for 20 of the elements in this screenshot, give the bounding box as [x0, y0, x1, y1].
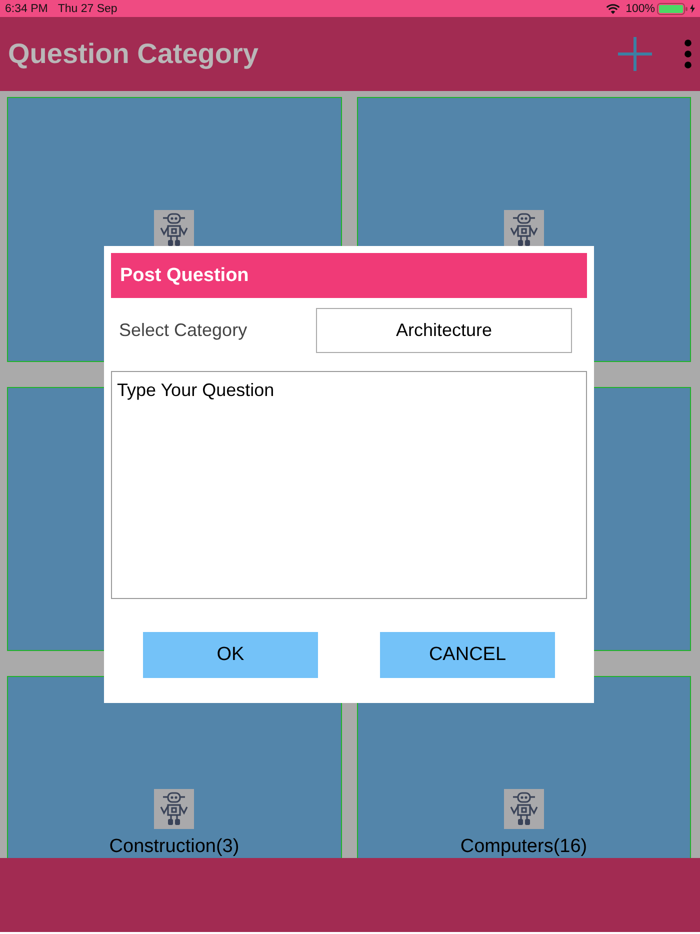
question-field[interactable]: Type Your Question	[111, 371, 587, 599]
robot-icon	[154, 789, 194, 829]
status-date: Thu 27 Sep	[58, 2, 118, 14]
category-label: Construction(3)	[109, 836, 240, 858]
status-time: 6:34 PM	[5, 2, 48, 14]
page-title: Question Category	[8, 38, 260, 70]
charging-icon	[690, 4, 695, 13]
more-button[interactable]	[684, 39, 692, 69]
robot-icon	[504, 789, 544, 829]
dialog-title: Post Question	[120, 264, 249, 286]
ok-button[interactable]: OK	[143, 632, 318, 678]
battery-percent: 100%	[626, 2, 655, 14]
battery-icon	[657, 2, 688, 14]
more-icon	[684, 39, 692, 69]
cancel-button[interactable]: CANCEL	[380, 632, 555, 678]
category-field-label: Select Category	[119, 320, 248, 341]
add-icon	[617, 36, 653, 72]
category-picker[interactable]: Architecture	[316, 308, 572, 353]
wifi-icon	[606, 4, 620, 14]
category-label: Computers(16)	[460, 836, 588, 858]
